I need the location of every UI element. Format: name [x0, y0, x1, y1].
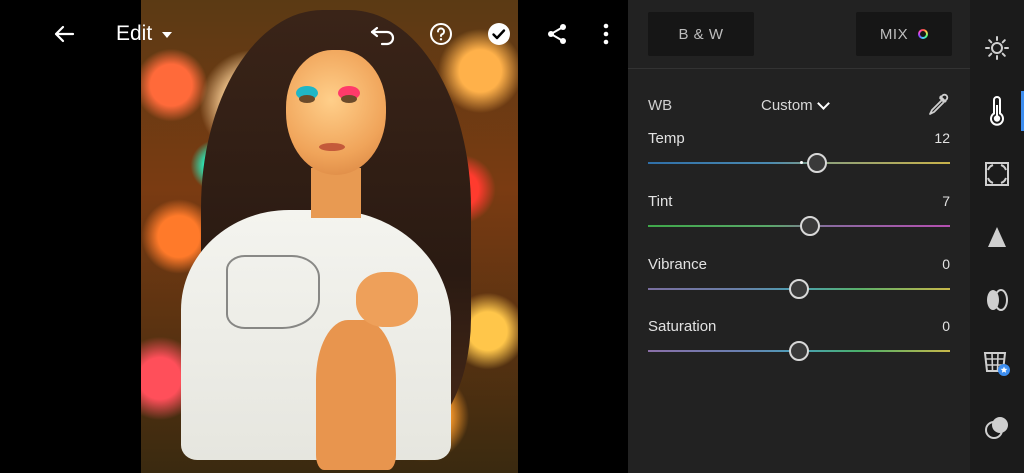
undo-button[interactable]: [368, 18, 398, 50]
checkmark-circle-icon: [488, 23, 510, 45]
slider-saturation: Saturation 0: [648, 318, 950, 373]
slider-vibrance: Vibrance 0: [648, 256, 950, 311]
photo-face: [286, 50, 386, 175]
color-wheel-icon: [918, 29, 929, 39]
back-arrow-icon: [54, 25, 75, 43]
rail-light-button[interactable]: [970, 28, 1024, 68]
slider-vibrance-label: Vibrance: [648, 256, 707, 273]
slider-temp-label: Temp: [648, 130, 685, 147]
photo-eye-left: [299, 95, 315, 103]
photo-arm: [316, 320, 396, 470]
black-white-label: B & W: [678, 25, 724, 43]
light-icon: [985, 36, 1009, 60]
more-options-button[interactable]: [596, 18, 616, 50]
rail-optics-button[interactable]: [970, 280, 1024, 320]
slider-tint-thumb[interactable]: [799, 216, 820, 236]
photo-neck: [311, 168, 361, 218]
slider-temp-track[interactable]: [648, 162, 950, 164]
detail-icon: [988, 227, 1006, 247]
edit-mode-dropdown[interactable]: Edit: [116, 18, 173, 50]
black-white-button[interactable]: B & W: [648, 12, 754, 56]
photo-hand: [356, 272, 418, 327]
slider-temp-center-tick: [800, 161, 803, 164]
photo-shirt-print: [226, 255, 320, 329]
slider-temp-value[interactable]: 12: [934, 130, 950, 146]
white-balance-row: WB Custom: [648, 92, 950, 118]
slider-temp: Temp 12: [648, 130, 950, 185]
panel-divider: [628, 68, 970, 69]
rail-effects-button[interactable]: [970, 154, 1024, 194]
done-button[interactable]: [486, 18, 512, 50]
color-adjustment-panel: B & W MIX WB Custom Temp 12 Tint 7 Vibra…: [628, 0, 970, 473]
color-mix-label: MIX: [879, 25, 909, 43]
rail-detail-button[interactable]: [970, 217, 1024, 257]
optics-icon: [987, 289, 1008, 311]
help-button[interactable]: [428, 18, 454, 50]
back-button[interactable]: [50, 18, 78, 50]
rail-presets-button[interactable]: [970, 408, 1024, 448]
eyedropper-icon: [929, 93, 949, 115]
more-vertical-icon: [603, 23, 609, 45]
effects-icon: [985, 162, 1009, 186]
slider-saturation-value[interactable]: 0: [942, 318, 950, 334]
edit-mode-label: Edit: [116, 22, 153, 45]
white-balance-preset-dropdown[interactable]: Custom: [761, 96, 830, 114]
share-button[interactable]: [544, 18, 570, 50]
rail-color-button[interactable]: [970, 91, 1024, 131]
photo-lips: [319, 143, 345, 151]
caret-down-icon: [162, 32, 173, 38]
slider-saturation-label: Saturation: [648, 318, 717, 335]
photo-preview[interactable]: [141, 0, 518, 473]
tool-rail: [970, 0, 1024, 473]
white-balance-label: WB: [648, 96, 673, 114]
white-balance-preset-value: Custom: [761, 96, 813, 114]
slider-tint-value[interactable]: 7: [942, 193, 950, 209]
rail-geometry-button[interactable]: [970, 343, 1024, 383]
color-mix-button[interactable]: MIX: [856, 12, 952, 56]
color-icon: [990, 96, 1004, 126]
slider-vibrance-thumb[interactable]: [789, 279, 809, 299]
slider-vibrance-value[interactable]: 0: [942, 256, 950, 272]
slider-temp-thumb[interactable]: [807, 153, 828, 173]
photo-eye-right: [341, 95, 357, 103]
presets-icon: [985, 417, 1008, 439]
photo-canvas-area[interactable]: Edit: [0, 0, 628, 473]
slider-tint-label: Tint: [648, 193, 673, 210]
slider-tint: Tint 7: [648, 193, 950, 248]
help-icon: [430, 23, 452, 45]
undo-icon: [370, 26, 395, 46]
share-icon: [548, 24, 566, 44]
geometry-icon: [983, 352, 1010, 376]
eyedropper-button[interactable]: [926, 92, 950, 121]
chevron-down-icon: [816, 96, 830, 110]
slider-saturation-thumb[interactable]: [789, 341, 809, 361]
